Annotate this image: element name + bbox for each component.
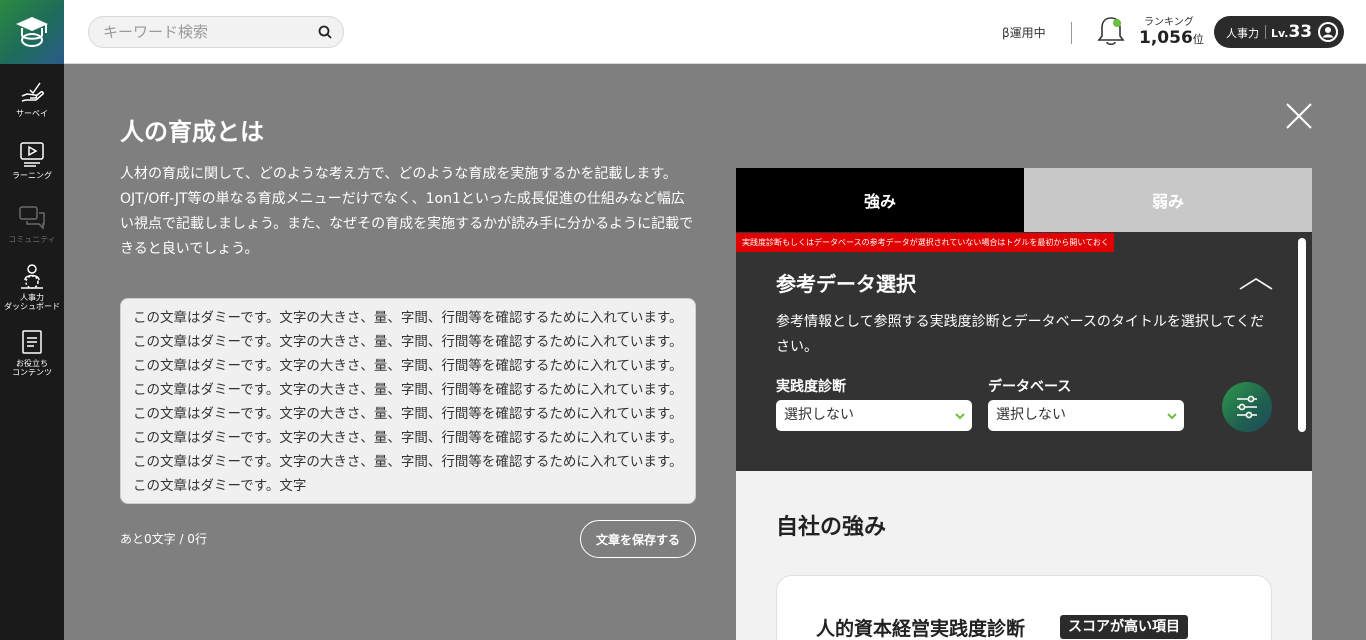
database-label: データベース [988,379,1072,395]
practice-diagnosis-label: 実践度診断 [776,379,846,395]
diagnosis-card-title: 人的資本経営実践度診断 [816,618,1026,640]
level-divider [1265,25,1266,39]
top-header: β運用中 ランキング 1,056位 人事力 Lv.33 [64,0,1366,64]
select-value: 選択しない [996,407,1066,423]
panel-scrollbar[interactable] [1298,238,1306,432]
community-chat-icon [19,206,45,230]
survey-hand-icon [21,82,44,102]
tab-weaknesses[interactable]: 弱み [1024,168,1312,232]
sidebar-item-label-2: ダッシュボード [4,302,60,311]
sidebar-item-community[interactable]: コミュニティ [0,204,64,244]
reference-data-description: 参考情報として参照する実践度診断とデータベースのタイトルを選択してください。 [776,314,1265,355]
page-description: 人材の育成に関して、どのような考え方で、どのような育成を実施するかを記載します。… [120,166,694,257]
ranking-unit: 位 [1192,33,1204,46]
sidebar-item-label-1: 人事力 [20,293,44,302]
practice-diagnosis-select[interactable]: 選択しない [776,400,972,431]
chevron-down-icon [1167,413,1177,420]
sidebar-item-label: サーベイ [16,109,48,118]
level-pill[interactable]: 人事力 Lv.33 [1214,16,1344,48]
sidebar-item-survey[interactable]: サーベイ [0,78,64,118]
sidebar-item-useful-contents[interactable]: お役立ち コンテンツ [0,328,64,377]
reference-data-title: 参考データ選択 [776,272,916,296]
search-icon[interactable] [317,24,333,40]
select-value: 選択しない [784,407,854,423]
chevron-down-icon [955,413,965,420]
sidebar-item-dashboard[interactable]: 人事力 ダッシュボード [0,262,64,311]
beta-status-label: β運用中 [1002,26,1046,40]
search-box[interactable] [88,16,344,48]
app-logo[interactable] [0,0,64,64]
ranking-number: 1,056 [1139,28,1193,48]
database-select[interactable]: 選択しない [988,400,1184,431]
document-icon [22,330,42,354]
save-text-button[interactable]: 文章を保存する [580,520,696,558]
strengths-heading: 自社の強み [776,515,887,540]
sidebar-item-label: ラーニング [12,171,52,180]
close-icon[interactable] [1284,101,1314,131]
bell-notification-icon[interactable] [1096,14,1126,48]
level-display: Lv.33 [1271,22,1312,42]
ranking-value[interactable]: 1,056位 [1139,28,1204,48]
sidebar-item-label: コミュニティ [8,235,56,244]
dashboard-person-icon [21,264,43,289]
header-divider [1071,22,1072,44]
level-prefix: Lv. [1271,27,1289,40]
character-counter: あと0文字 / 0行 [120,532,207,546]
page-title: 人の育成とは [120,118,264,146]
learning-monitor-icon [20,142,44,167]
filter-settings-button[interactable] [1222,382,1272,432]
notification-dot [1113,19,1121,27]
level-value: 33 [1288,22,1313,42]
content-textarea[interactable]: この文章はダミーです。文字の大きさ、量、字間、行間等を確認するために入れています… [120,298,696,504]
sidebar-item-learning[interactable]: ラーニング [0,140,64,180]
graduation-cap-logo-icon [16,17,48,47]
high-score-badge: スコアが高い項目 [1060,615,1188,639]
level-label: 人事力 [1226,27,1259,40]
search-input[interactable] [103,22,303,42]
sidebar: サーベイ ラーニング コミュニティ 人事力 ダッシュボード お役立ち コンテンツ [0,64,64,640]
sidebar-item-label-2: コンテンツ [12,368,52,377]
chevron-up-icon[interactable] [1238,276,1274,292]
avatar-user-icon[interactable] [1318,22,1338,42]
tab-strengths[interactable]: 強み [736,168,1024,232]
warning-banner: 実践度診断もしくはデータベースの参考データが選択されていない場合はトグルを最初か… [736,233,1114,252]
ranking-label: ランキング [1144,17,1194,28]
sidebar-item-label-1: お役立ち [16,359,48,368]
sliders-icon [1237,395,1257,419]
